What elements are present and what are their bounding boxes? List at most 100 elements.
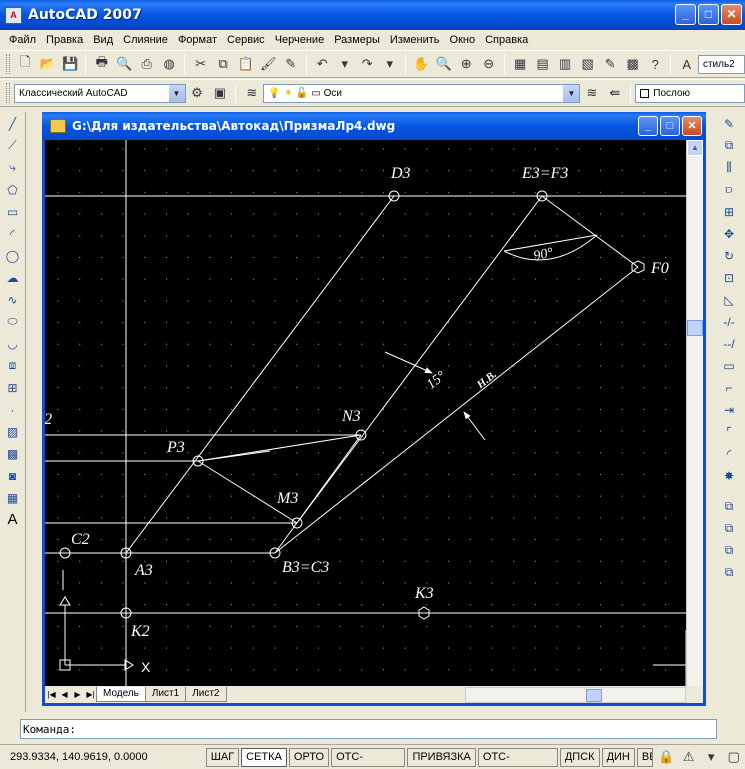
menu-merge[interactable]: Слияние	[118, 34, 173, 46]
help-icon[interactable]: ?	[645, 54, 666, 75]
cut-icon[interactable]: ✂	[190, 54, 211, 75]
text-style-icon[interactable]: A	[676, 54, 697, 75]
array-icon[interactable]: ⊞	[718, 201, 740, 222]
scroll-up-icon[interactable]: ▲	[687, 140, 703, 156]
ducs-toggle[interactable]: ДПСК	[559, 747, 600, 767]
workspace-settings-icon[interactable]: ⚙	[187, 83, 208, 104]
join-icon[interactable]: ⇥	[718, 399, 740, 420]
status-menu-icon[interactable]: ▾	[701, 747, 722, 768]
chevron-down-icon[interactable]: ▼	[168, 84, 185, 102]
rectangle-icon[interactable]: ▭	[2, 201, 24, 222]
block-editor-icon[interactable]: ✎	[280, 54, 301, 75]
zoom-previous-icon[interactable]: ⊖	[478, 54, 499, 75]
open-file-icon[interactable]: 📂	[37, 54, 58, 75]
communication-center-icon[interactable]: ⚠	[678, 747, 699, 768]
tab-layout1[interactable]: Лист1	[144, 687, 187, 702]
linetype-combo[interactable]: Послою	[635, 83, 745, 103]
print-preview-icon[interactable]: 🔍	[114, 54, 135, 75]
new-file-icon[interactable]: 🗋	[15, 54, 36, 75]
construction-line-icon[interactable]: ⟋	[2, 135, 24, 156]
rotate-icon[interactable]: ↻	[718, 245, 740, 266]
maximize-button[interactable]: □	[698, 4, 719, 25]
scale-icon[interactable]: ⊡	[718, 267, 740, 288]
workspace-combo[interactable]: Классический AutoCAD ▼	[14, 83, 186, 103]
quickcalc-icon[interactable]: ▩	[622, 54, 643, 75]
copy-object-icon[interactable]: ⧉	[718, 135, 740, 156]
menu-window[interactable]: Окно	[445, 34, 481, 46]
region-icon[interactable]: ◙	[2, 465, 24, 486]
zoom-window-icon[interactable]: ⊕	[456, 54, 477, 75]
redo-icon[interactable]: ↷	[357, 54, 378, 75]
arc-icon[interactable]: ◜	[2, 223, 24, 244]
explode-icon[interactable]: ✸	[718, 465, 740, 486]
draworder-above-icon[interactable]: ⧉	[718, 540, 740, 561]
drawing-close-button[interactable]: ✕	[682, 116, 702, 136]
otrack-toggle[interactable]: ОТС-ОБЪЕКТ	[477, 747, 558, 769]
zoom-realtime-icon[interactable]: 🔍	[433, 54, 454, 75]
3d-dwf-icon[interactable]: ◍	[159, 54, 180, 75]
lwt-toggle[interactable]: ВЕС	[636, 747, 653, 767]
minimize-button[interactable]: _	[675, 4, 696, 25]
vertical-scrollbar[interactable]: ▲	[686, 140, 703, 686]
menu-help[interactable]: Справка	[480, 34, 533, 46]
line-icon[interactable]: ╱	[2, 113, 24, 134]
polyline-icon[interactable]: ⤷	[2, 157, 24, 178]
horizontal-scroll-thumb[interactable]	[586, 689, 602, 702]
redo-dropdown-icon[interactable]: ▾	[379, 54, 400, 75]
layer-combo[interactable]: 💡 ☀ 🔓 ▭ Оси ▼	[263, 83, 581, 103]
offset-icon[interactable]: ⫐	[718, 179, 740, 200]
break-icon[interactable]: ⌐	[718, 377, 740, 398]
menu-tools[interactable]: Сервис	[222, 34, 270, 46]
tab-model[interactable]: Модель	[96, 687, 146, 702]
menu-draw[interactable]: Черчение	[270, 34, 330, 46]
polar-toggle[interactable]: ОТС-ПОЛЯР	[331, 747, 406, 769]
toolbar-grip[interactable]	[6, 83, 10, 103]
snap-toggle[interactable]: ШАГ	[205, 747, 240, 767]
draworder-back-icon[interactable]: ⧉	[718, 518, 740, 539]
save-workspace-icon[interactable]: ▣	[209, 83, 230, 104]
gradient-icon[interactable]: ▩	[2, 443, 24, 464]
drawing-minimize-button[interactable]: _	[638, 116, 658, 136]
make-block-icon[interactable]: ⊞	[2, 377, 24, 398]
paste-icon[interactable]: 📋	[235, 54, 256, 75]
point-icon[interactable]: ·	[2, 399, 24, 420]
stretch-icon[interactable]: ◺	[718, 289, 740, 310]
design-center-icon[interactable]: ▤	[532, 54, 553, 75]
revision-cloud-icon[interactable]: ☁	[2, 267, 24, 288]
ellipse-icon[interactable]: ⬭	[2, 311, 24, 332]
chamfer-icon[interactable]: ⌜	[718, 421, 740, 442]
toolbar-grip[interactable]	[6, 54, 10, 74]
table-icon[interactable]: ▦	[2, 487, 24, 508]
drawing-file-icon[interactable]	[50, 119, 66, 133]
text-style-combo[interactable]: стиль2	[697, 54, 745, 74]
insert-block-icon[interactable]: ⧈	[2, 355, 24, 376]
publish-icon[interactable]: ⎙	[136, 54, 157, 75]
drawing-maximize-button[interactable]: □	[660, 116, 680, 136]
hatch-icon[interactable]: ▨	[2, 421, 24, 442]
menu-file[interactable]: Файл	[4, 34, 41, 46]
tool-palettes-icon[interactable]: ▥	[555, 54, 576, 75]
sheet-set-manager-icon[interactable]: ▧	[577, 54, 598, 75]
pan-realtime-icon[interactable]: ✋	[411, 54, 432, 75]
next-tab-icon[interactable]: ▶	[71, 688, 84, 702]
save-icon[interactable]: 💾	[60, 54, 81, 75]
layer-previous-icon[interactable]: ⇚	[604, 83, 625, 104]
clean-screen-icon[interactable]: ▢	[723, 747, 744, 768]
draworder-under-icon[interactable]: ⧉	[718, 562, 740, 583]
move-icon[interactable]: ✥	[718, 223, 740, 244]
trim-icon[interactable]: -/-	[718, 311, 740, 332]
horizontal-scrollbar[interactable]	[465, 687, 686, 703]
model-space-canvas[interactable]: D3 E3=F3 F0 90° 15° Н.В. N3 P3 M3 B3=C3 …	[45, 140, 686, 686]
ortho-toggle[interactable]: ОРТО	[288, 747, 330, 767]
lock-icon[interactable]: 🔒	[656, 747, 677, 768]
vertical-scroll-thumb[interactable]	[687, 320, 703, 336]
menu-format[interactable]: Формат	[173, 34, 222, 46]
tab-layout2[interactable]: Лист2	[185, 687, 227, 702]
autocad-logo-icon[interactable]: A	[5, 6, 22, 24]
multiline-text-icon[interactable]: A	[2, 509, 24, 530]
menu-edit[interactable]: Правка	[41, 34, 88, 46]
undo-icon[interactable]: ↶	[312, 54, 333, 75]
properties-icon[interactable]: ▦	[510, 54, 531, 75]
menu-view[interactable]: Вид	[88, 34, 118, 46]
menu-dimension[interactable]: Размеры	[329, 34, 385, 46]
